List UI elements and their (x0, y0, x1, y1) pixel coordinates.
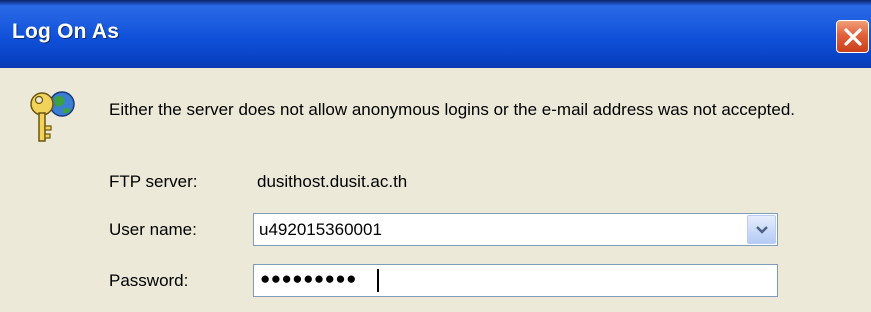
password-masked-value: ●●●●●●●●● (260, 269, 357, 288)
close-icon (844, 28, 862, 46)
username-combobox[interactable]: u492015360001 (253, 213, 778, 246)
password-label: Password: (109, 271, 189, 290)
key-globe-icon (30, 91, 75, 142)
chevron-down-icon (756, 226, 768, 234)
username-label: User name: (109, 220, 197, 239)
ftp-server-label: FTP server: (109, 172, 198, 191)
ftp-server-value: dusithost.dusit.ac.th (257, 172, 408, 191)
password-field[interactable]: ●●●●●●●●● (253, 264, 778, 297)
username-value[interactable]: u492015360001 (259, 220, 382, 240)
text-caret (377, 269, 379, 292)
window-title: Log On As (12, 20, 120, 43)
error-message: Either the server does not allow anonymo… (109, 100, 796, 119)
username-dropdown-button[interactable] (747, 215, 776, 244)
title-bar: Log On As (0, 0, 871, 68)
close-button[interactable] (836, 20, 869, 53)
